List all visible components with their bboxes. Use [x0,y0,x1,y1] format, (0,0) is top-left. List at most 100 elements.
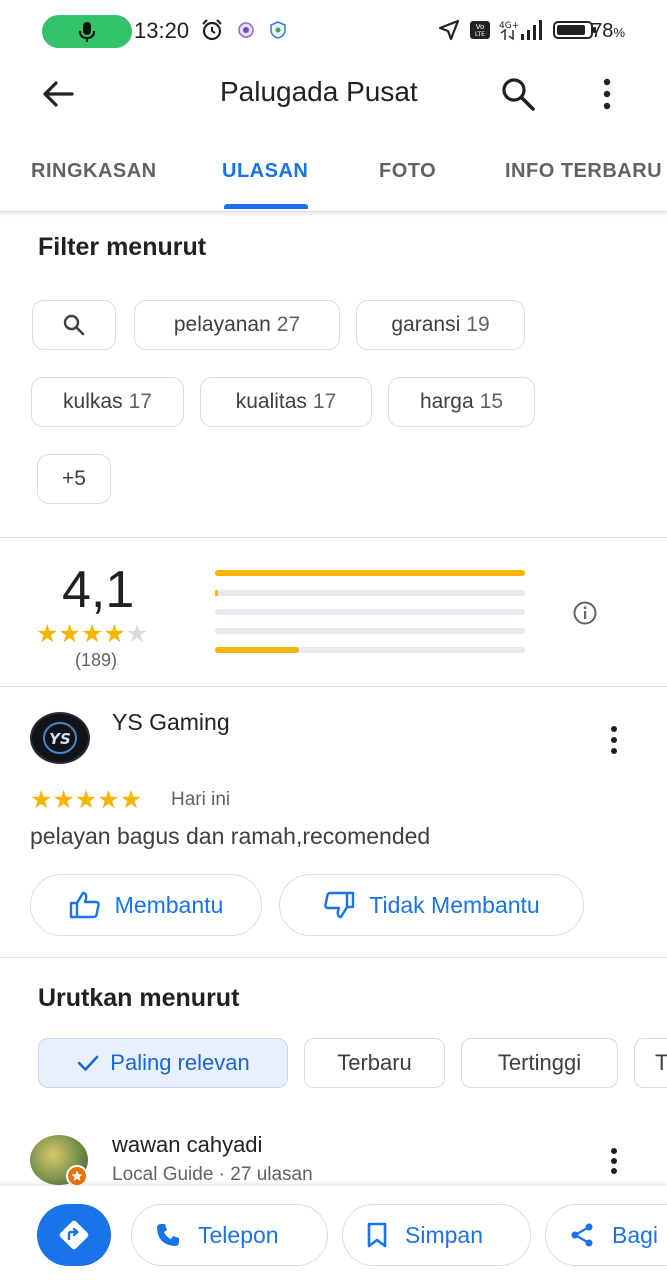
helpful-button[interactable]: Membantu [30,874,262,936]
tab-ulasan[interactable]: ULASAN [222,160,308,183]
more-vertical-icon [611,1148,617,1174]
phone-icon [157,1224,179,1246]
search-button[interactable] [498,74,540,116]
ys-logo-icon: YS [43,722,77,754]
chip-count: 15 [479,390,504,413]
thumbs-down-icon [324,891,355,919]
sort-label: Tertinggi [497,1050,582,1075]
star-filled-icon: ★ [103,620,126,648]
review-more-button[interactable] [600,722,628,758]
chip-label: pelayanan [173,313,271,336]
mic-indicator [42,15,132,48]
arrow-left-icon [43,81,74,107]
helpful-label: Membantu [114,891,224,918]
rating-bar-1-stars [215,647,525,653]
sort-label: Paling relevan [110,1050,250,1075]
directions-button[interactable] [37,1204,111,1266]
info-icon [573,601,597,625]
svg-text:Vo: Vo [476,23,485,31]
reviewer-name[interactable]: YS Gaming [112,709,230,736]
rating-bar-fill [215,647,299,653]
filter-chip-kulkas[interactable]: kulkas 17 [31,377,184,427]
reviewer-name[interactable]: wawan cahyadi [112,1132,262,1158]
divider [0,957,667,958]
review-more-button[interactable] [600,1145,628,1179]
star-badge-icon [71,1170,83,1181]
chip-label: kualitas [235,390,307,413]
rating-bar-4-stars [215,590,525,596]
sort-title: Urutkan menurut [38,984,240,1012]
active-tab-indicator [224,204,308,209]
review-text: pelayan bagus dan ramah,recomended [30,823,431,849]
sort-chip-highest[interactable]: Tertinggi [461,1038,618,1088]
chip-count: 19 [466,313,490,336]
alarm-icon [202,19,222,41]
tab-info-terbaru[interactable]: INFO TERBARU [505,160,662,183]
rating-count: (189) [75,650,118,670]
sort-label: T [655,1050,667,1075]
filter-more-chip[interactable]: +5 [37,454,111,504]
check-icon [77,1055,99,1071]
review-stars: ★ ★ ★ ★ ★ [30,786,143,814]
call-button[interactable]: Telepon [131,1204,328,1266]
rating-bar-fill [215,570,525,576]
signal-4g-icon: 4G+ [499,20,542,41]
chip-label: garansi [391,313,461,336]
tab-foto[interactable]: FOTO [379,160,436,183]
save-button[interactable]: Simpan [342,1204,531,1266]
not-helpful-label: Tidak Membantu [369,891,540,918]
app-bar: Palugada Pusat [0,64,667,124]
star-filled-icon: ★ [80,620,104,648]
filter-search-chip[interactable] [32,300,116,350]
sort-chip-relevant[interactable]: Paling relevan [38,1038,288,1088]
sort-chip-newest[interactable]: Terbaru [304,1038,445,1088]
more-vertical-icon [611,726,617,754]
more-vertical-icon [603,78,611,110]
rating-bar-3-stars [215,609,525,615]
shield-app-icon [270,21,286,39]
chip-count: 17 [128,390,152,413]
divider [0,686,667,687]
average-stars: ★ ★ ★ ★ ★ [36,620,149,648]
info-button[interactable] [572,600,598,626]
filter-chip-pelayanan[interactable]: pelayanan 27 [134,300,340,350]
star-filled-icon: ★ [36,620,59,648]
rating-bar-2-stars [215,628,525,634]
volte-icon: VoLTE [470,21,490,39]
star-filled-icon: ★ [74,786,98,814]
star-empty-icon: ★ [125,620,149,648]
status-time: 13:20 [134,18,190,43]
place-title: Palugada Pusat [220,76,418,107]
location-arrow-icon [438,19,460,41]
filter-chip-harga[interactable]: harga 15 [388,377,535,427]
reviewer-avatar[interactable]: YS [30,712,90,764]
status-bar: 13:20 Vo LTE 4G+ 78% [0,0,667,64]
star-filled-icon: ★ [97,786,120,814]
sort-chip-lowest[interactable]: T [634,1038,667,1088]
filter-chip-kualitas[interactable]: kualitas 17 [200,377,372,427]
average-rating: 4,1 [62,561,135,619]
share-button[interactable]: Bagi [545,1204,667,1266]
star-filled-icon: ★ [52,786,75,814]
rating-bar-5-stars [215,570,525,576]
bottom-action-bar: Telepon Simpan Bagi [0,1186,667,1280]
review-date: Hari ini [171,789,231,810]
star-filled-icon: ★ [30,786,53,814]
svg-text:4G+: 4G+ [499,21,519,31]
app-notification-icon [238,22,254,38]
not-helpful-button[interactable]: Tidak Membantu [279,874,584,936]
rating-bar-fill [215,590,219,596]
microphone-icon [79,22,95,42]
place-tabs: RINGKASAN ULASAN FOTO INFO TERBARU [0,140,667,212]
reviewer-meta: Local Guide · 27 ulasan [112,1164,313,1185]
back-button[interactable] [38,74,82,114]
search-icon [502,78,535,111]
bookmark-icon [367,1222,387,1248]
filter-chip-garansi[interactable]: garansi 19 [356,300,525,350]
tab-ringkasan[interactable]: RINGKASAN [31,160,157,183]
call-label: Telepon [198,1221,279,1248]
star-filled-icon: ★ [119,786,143,814]
share-icon [571,1223,593,1247]
svg-text:YS: YS [49,730,71,748]
more-options-button[interactable] [592,74,622,116]
